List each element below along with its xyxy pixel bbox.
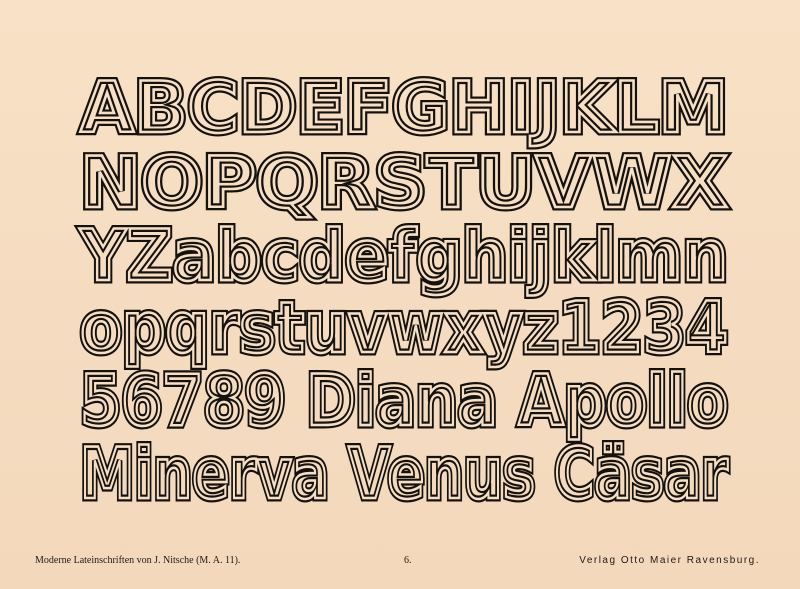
specimen-page: ABCDEFGHIJKLM ABCDEFGHIJKLM NOPQRSTUVWX … xyxy=(0,0,800,589)
specimen-line-5: 56789 Diana Apollo 56789 Diana Apollo xyxy=(77,357,732,446)
svg-text:YZabcdefghijklmn: YZabcdefghijklmn xyxy=(79,215,728,297)
svg-text:opqrstuvwxyz1234: opqrstuvwxyz1234 xyxy=(80,287,728,369)
svg-text:NOPQRSTUVWX: NOPQRSTUVWX xyxy=(80,142,728,224)
svg-text:ABCDEFGHIJKLM: ABCDEFGHIJKLM xyxy=(80,67,728,149)
specimen-line-1: ABCDEFGHIJKLM ABCDEFGHIJKLM xyxy=(77,64,732,153)
page-footer: Moderne Lateinschriften von J. Nitsche (… xyxy=(0,555,800,575)
page-number: 6. xyxy=(404,555,412,566)
specimen-line-6: Minerva Venus Cäsar Minerva Venus Cäsar xyxy=(77,430,732,519)
specimen-line-2: NOPQRSTUVWX NOPQRSTUVWX xyxy=(77,139,732,228)
publisher-credit: Verlag Otto Maier Ravensburg. xyxy=(579,555,760,566)
specimen-line-3: YZabcdefghijklmn YZabcdefghijklmn xyxy=(76,212,732,301)
svg-text:Minerva Venus Cäsar: Minerva Venus Cäsar xyxy=(80,433,728,515)
alphabet-specimen: ABCDEFGHIJKLM ABCDEFGHIJKLM NOPQRSTUVWX … xyxy=(76,64,732,519)
svg-text:56789 Diana Apollo: 56789 Diana Apollo xyxy=(80,360,728,442)
footer-title: Moderne Lateinschriften von J. Nitsche (… xyxy=(35,555,241,566)
specimen-line-4: opqrstuvwxyz1234 opqrstuvwxyz1234 xyxy=(77,284,732,373)
